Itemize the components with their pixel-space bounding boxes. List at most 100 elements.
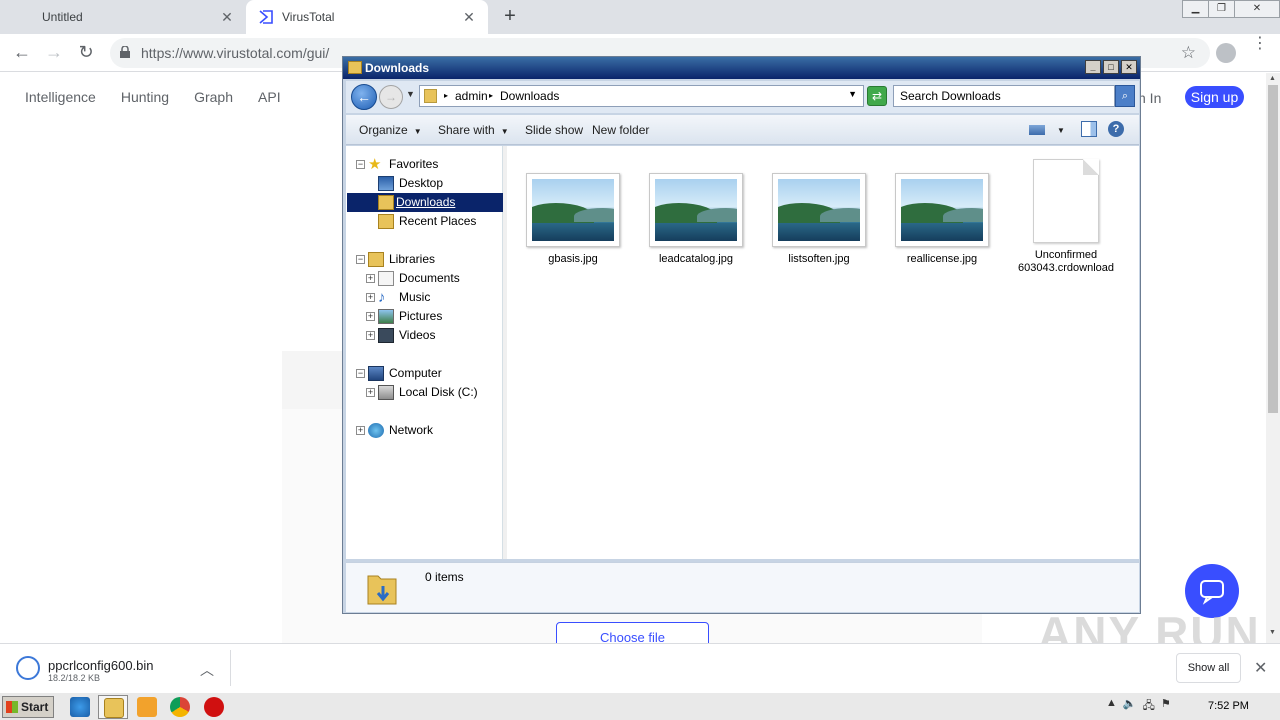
expand-icon[interactable]: + bbox=[356, 426, 365, 435]
tray-arrow-icon[interactable]: ▲ bbox=[1106, 697, 1117, 716]
change-view-icon[interactable] bbox=[1029, 125, 1045, 135]
folder-icon bbox=[348, 61, 362, 74]
restore-window-button[interactable]: ❐ bbox=[1208, 0, 1235, 18]
choose-file-button[interactable]: Choose file bbox=[556, 622, 709, 643]
collapse-icon[interactable]: − bbox=[356, 255, 365, 264]
expand-icon[interactable]: + bbox=[366, 331, 375, 340]
view-dropdown-icon[interactable]: ▼ bbox=[1057, 126, 1065, 135]
close-tab-icon[interactable]: ✕ bbox=[218, 8, 236, 26]
file-item[interactable]: listsoften.jpg bbox=[764, 173, 874, 266]
minimize-button[interactable]: _ bbox=[1085, 60, 1101, 74]
close-button[interactable]: ✕ bbox=[1121, 60, 1137, 74]
expand-icon[interactable]: + bbox=[366, 388, 375, 397]
downloads-bar: ppcrlconfig600.bin 18.2/18.2 KB ︿ Show a… bbox=[0, 643, 1280, 691]
forward-arrow-icon[interactable]: → bbox=[379, 85, 403, 109]
antivirus-alert-icon[interactable] bbox=[204, 697, 224, 717]
scroll-down-icon[interactable]: ▼ bbox=[1269, 629, 1276, 636]
window-title: Downloads bbox=[365, 61, 430, 75]
nav-hunting[interactable]: Hunting bbox=[121, 89, 169, 105]
collapse-icon[interactable]: − bbox=[356, 160, 365, 169]
breadcrumb-admin[interactable]: admin bbox=[455, 89, 488, 103]
nav-desktop[interactable]: Desktop bbox=[360, 174, 500, 193]
forward-arrow-icon[interactable]: → bbox=[42, 41, 66, 65]
search-input[interactable]: Search Downloads bbox=[893, 85, 1115, 107]
close-downloads-bar-icon[interactable]: ✕ bbox=[1254, 658, 1267, 678]
sign-in-link[interactable]: n In bbox=[1138, 90, 1161, 106]
start-button[interactable]: Start bbox=[2, 696, 54, 718]
show-all-button[interactable]: Show all bbox=[1176, 653, 1241, 683]
nav-label: Favorites bbox=[389, 157, 439, 171]
nav-videos[interactable]: + Videos bbox=[360, 326, 500, 345]
star-icon: ★ bbox=[368, 156, 382, 173]
breadcrumb-downloads[interactable]: Downloads bbox=[500, 89, 559, 103]
download-file-name[interactable]: ppcrlconfig600.bin bbox=[48, 658, 154, 673]
tab-virustotal[interactable]: VirusTotal ✕ bbox=[246, 0, 488, 34]
profile-avatar-icon[interactable] bbox=[1216, 43, 1236, 63]
tab-strip: Untitled ✕ VirusTotal ✕ + ▁ ❐ ✕ bbox=[0, 0, 1280, 34]
close-window-button[interactable]: ✕ bbox=[1234, 0, 1280, 18]
folder-icon bbox=[104, 698, 124, 718]
back-arrow-icon[interactable]: ← bbox=[10, 41, 34, 65]
sign-up-button[interactable]: Sign up bbox=[1185, 86, 1244, 108]
downloads-folder-icon bbox=[378, 195, 394, 210]
nav-api[interactable]: API bbox=[258, 89, 281, 105]
reload-icon[interactable]: ↻ bbox=[74, 41, 98, 65]
breadcrumb-separator-icon[interactable]: ▸ bbox=[444, 91, 448, 100]
nav-computer[interactable]: − Computer bbox=[350, 364, 500, 383]
nav-documents[interactable]: + Documents bbox=[360, 269, 500, 288]
chrome-icon[interactable] bbox=[170, 697, 190, 717]
close-tab-icon[interactable]: ✕ bbox=[460, 8, 478, 26]
media-player-icon[interactable] bbox=[137, 697, 157, 717]
file-item[interactable]: leadcatalog.jpg bbox=[641, 173, 751, 266]
nav-libraries[interactable]: − Libraries bbox=[350, 250, 500, 269]
expand-icon[interactable]: + bbox=[366, 312, 375, 321]
new-folder-button[interactable]: New folder bbox=[592, 123, 649, 137]
breadcrumb[interactable]: ▸ admin ▸ Downloads ▼ bbox=[419, 85, 864, 107]
nav-graph[interactable]: Graph bbox=[194, 89, 233, 105]
file-item[interactable]: Unconfirmed 603043.crdownload bbox=[1005, 159, 1127, 275]
chrome-menu-icon[interactable]: ⋮ bbox=[1252, 36, 1268, 64]
path-dropdown-icon[interactable]: ▼ bbox=[848, 89, 857, 99]
help-icon[interactable]: ? bbox=[1108, 121, 1124, 137]
explorer-taskbar-button[interactable] bbox=[98, 695, 128, 719]
nav-local-disk[interactable]: + Local Disk (C:) bbox=[360, 383, 500, 402]
file-item[interactable]: reallicense.jpg bbox=[887, 173, 997, 266]
internet-explorer-icon[interactable] bbox=[70, 697, 90, 717]
page-scrollbar[interactable]: ▲ ▼ bbox=[1266, 73, 1280, 643]
expand-icon[interactable]: + bbox=[366, 274, 375, 283]
download-file-icon[interactable] bbox=[16, 656, 40, 680]
network-tray-icon[interactable]: 🖧 bbox=[1143, 697, 1155, 716]
nav-favorites[interactable]: − ★ Favorites bbox=[350, 155, 500, 174]
bookmark-star-icon[interactable]: ☆ bbox=[1181, 43, 1196, 63]
nav-pictures[interactable]: + Pictures bbox=[360, 307, 500, 326]
clock[interactable]: 7:52 PM bbox=[1208, 700, 1249, 712]
file-item[interactable]: gbasis.jpg bbox=[518, 173, 628, 266]
nav-music[interactable]: + ♪ Music bbox=[360, 288, 500, 307]
new-tab-button[interactable]: + bbox=[498, 5, 522, 29]
explorer-title-bar[interactable]: Downloads _ □ ✕ bbox=[343, 57, 1140, 79]
scroll-thumb[interactable] bbox=[1268, 85, 1278, 413]
nav-network[interactable]: + Network bbox=[350, 421, 500, 440]
back-arrow-icon[interactable]: ← bbox=[351, 84, 377, 110]
nav-recent-places[interactable]: Recent Places bbox=[360, 212, 500, 231]
minimize-window-button[interactable]: ▁ bbox=[1182, 0, 1209, 18]
share-with-menu[interactable]: Share with ▼ bbox=[438, 123, 509, 137]
scroll-up-icon[interactable]: ▲ bbox=[1269, 75, 1276, 82]
preview-pane-icon[interactable] bbox=[1081, 121, 1097, 137]
history-dropdown-icon[interactable]: ▼ bbox=[406, 89, 415, 99]
chevron-up-icon[interactable]: ︿ bbox=[200, 660, 214, 680]
tab-untitled[interactable]: Untitled ✕ bbox=[0, 0, 246, 34]
nav-intelligence[interactable]: Intelligence bbox=[25, 89, 96, 105]
slide-show-button[interactable]: Slide show bbox=[525, 123, 583, 137]
breadcrumb-separator-icon[interactable]: ▸ bbox=[489, 91, 493, 100]
maximize-button[interactable]: □ bbox=[1103, 60, 1119, 74]
search-icon[interactable]: ⌕ bbox=[1115, 85, 1135, 107]
collapse-icon[interactable]: − bbox=[356, 369, 365, 378]
organize-menu[interactable]: Organize ▼ bbox=[359, 123, 422, 137]
nav-label: Documents bbox=[399, 271, 460, 285]
refresh-icon[interactable]: ⇄ bbox=[867, 86, 887, 106]
nav-downloads[interactable]: Downloads bbox=[347, 193, 503, 212]
volume-icon[interactable]: 🔈 bbox=[1123, 697, 1137, 716]
action-center-flag-icon[interactable]: ⚑ bbox=[1161, 697, 1171, 716]
expand-icon[interactable]: + bbox=[366, 293, 375, 302]
